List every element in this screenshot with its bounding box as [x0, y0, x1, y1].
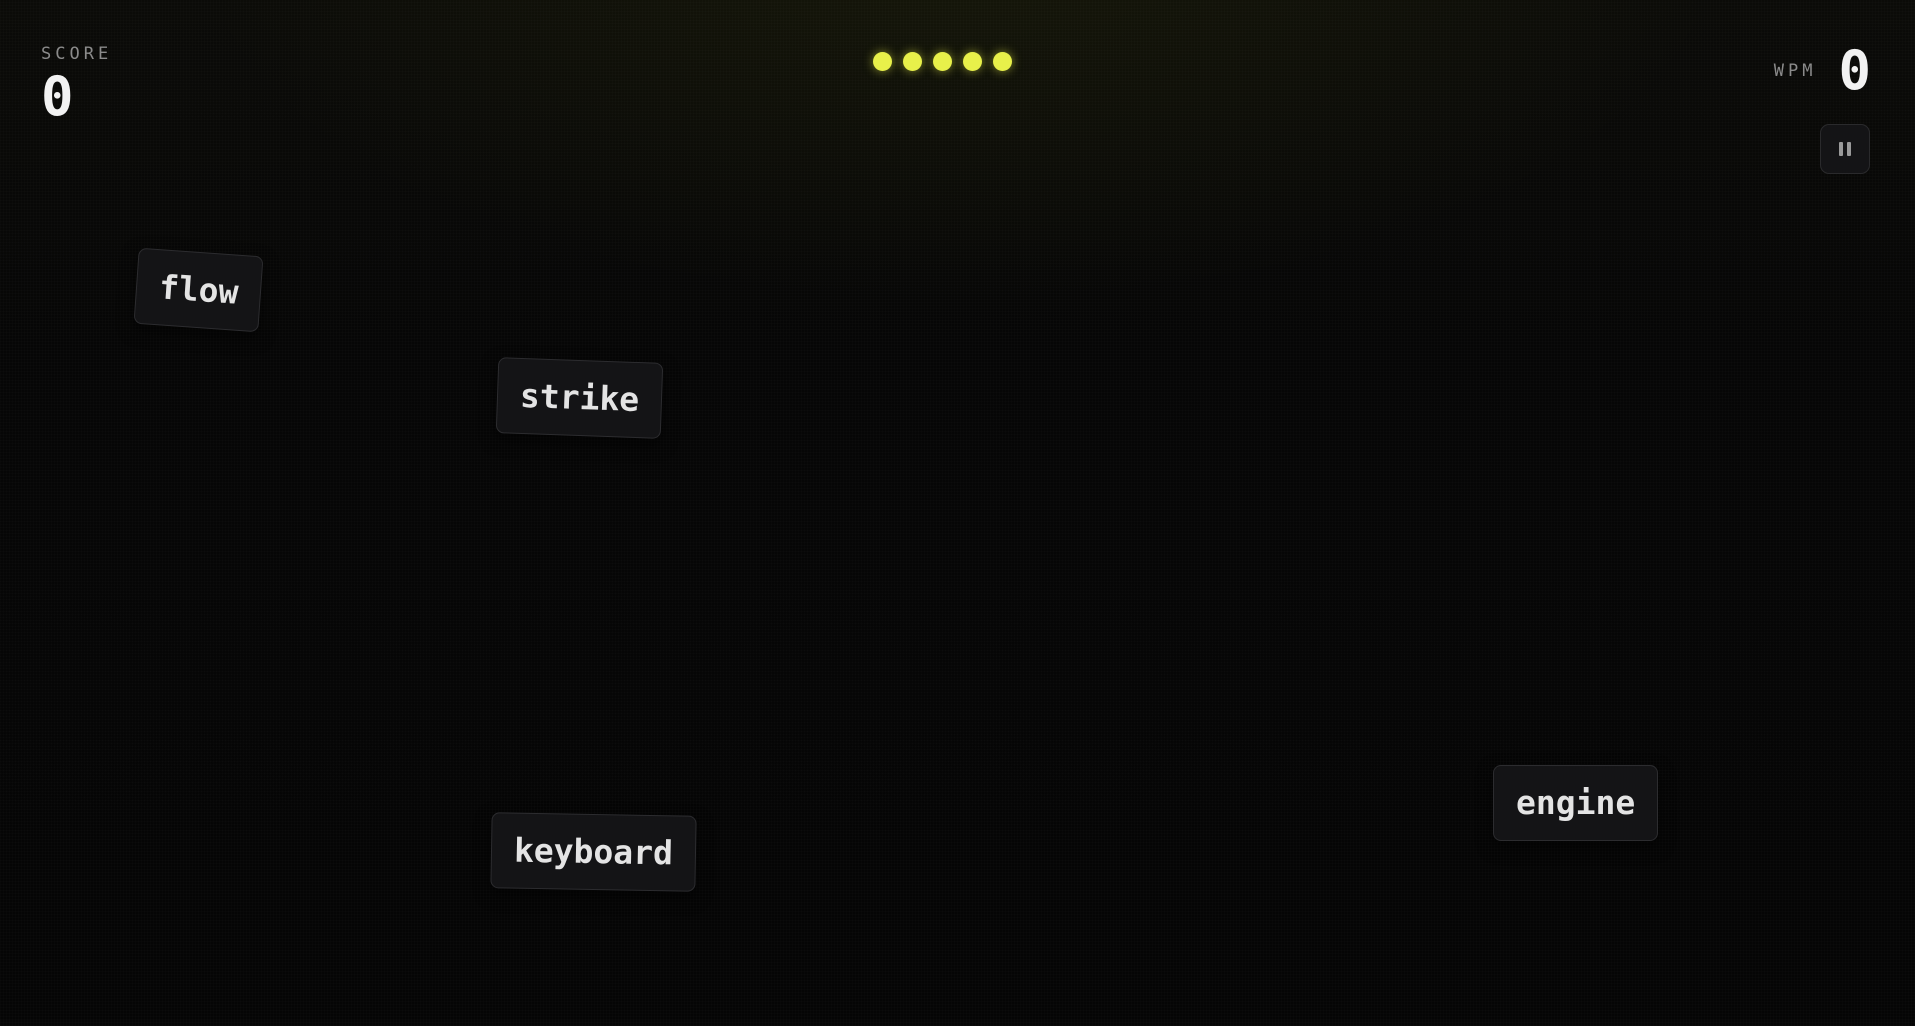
pause-button[interactable] [1820, 124, 1870, 174]
life-dot [873, 52, 892, 71]
life-dot [933, 52, 952, 71]
falling-word: flow [133, 247, 264, 333]
falling-word: keyboard [490, 812, 697, 892]
life-dot [903, 52, 922, 71]
score-panel: SCORE 0 [41, 44, 112, 124]
falling-word: strike [495, 357, 664, 439]
pause-icon [1839, 142, 1851, 156]
score-value: 0 [41, 65, 74, 128]
wpm-label: WPM [1773, 61, 1817, 81]
life-dot [993, 52, 1012, 71]
lives-indicator [873, 52, 1012, 71]
wpm-value: 0 [1838, 39, 1871, 102]
life-dot [963, 52, 982, 71]
falling-word: engine [1493, 765, 1659, 841]
wpm-panel: WPM 0 [1774, 44, 1871, 98]
score-label: SCORE [41, 44, 113, 64]
game-stage: SCORE 0 WPM 0 flow strike keyboard engin… [0, 0, 1915, 1026]
